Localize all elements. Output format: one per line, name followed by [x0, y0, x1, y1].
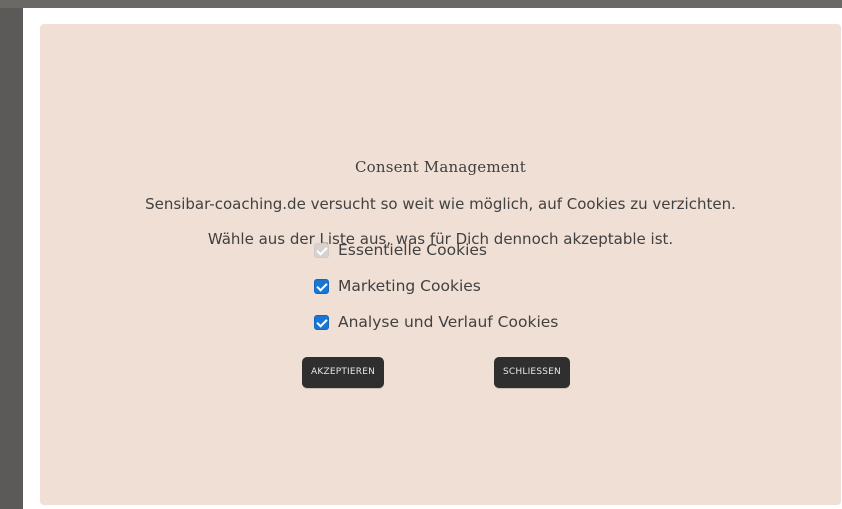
cookie-option-label: Essentielle Cookies	[338, 241, 487, 259]
modal-title: Consent Management	[355, 158, 526, 176]
cookie-option-analytics[interactable]: Analyse und Verlauf Cookies	[314, 312, 558, 332]
checkbox-essential	[314, 242, 329, 258]
accept-button[interactable]: AKZEPTIEREN	[302, 357, 385, 388]
cookie-option-label: Marketing Cookies	[338, 277, 481, 295]
modal-message-line-1: Sensibar-coaching.de versucht so weit wi…	[145, 195, 736, 213]
consent-modal: Consent Management Sensibar-coaching.de …	[40, 24, 841, 505]
cookie-option-essential: Essentielle Cookies	[314, 240, 487, 260]
backdrop-top-bar	[0, 0, 842, 8]
checkbox-analytics[interactable]	[314, 314, 329, 330]
cookie-option-label: Analyse und Verlauf Cookies	[338, 313, 559, 331]
cookie-option-marketing[interactable]: Marketing Cookies	[314, 276, 481, 296]
checkbox-marketing[interactable]	[314, 278, 329, 294]
close-button[interactable]: SCHLIESSEN	[494, 357, 570, 388]
